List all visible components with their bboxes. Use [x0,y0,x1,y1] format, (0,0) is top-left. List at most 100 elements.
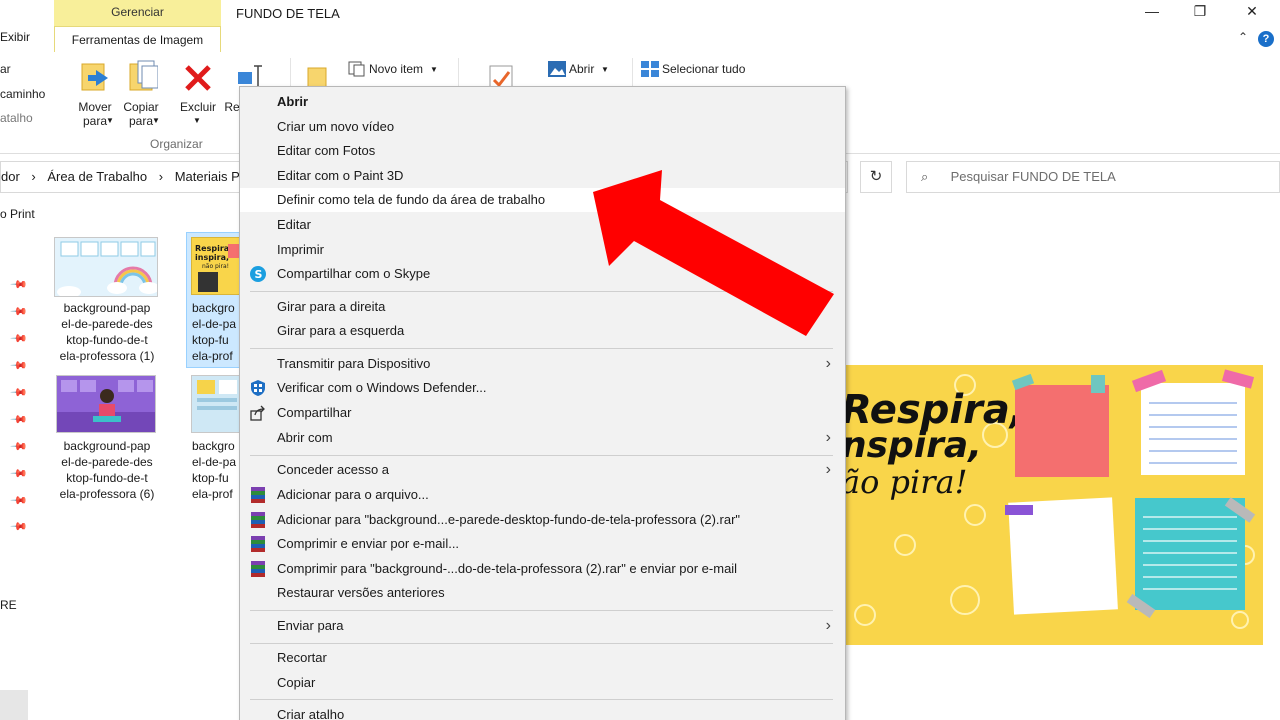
file-name[interactable]: background-pap el-de-parede-des ktop-fun… [48,300,166,364]
menu-item-restore-versions[interactable]: Restaurar versões anteriores [240,581,845,605]
menu-item-label: Abrir com [277,430,333,445]
open-button[interactable]: Abrir [569,62,594,76]
menu-item-cast[interactable]: Transmitir para Dispositivo › [240,352,845,376]
restore-button[interactable]: ❐ [1188,3,1212,23]
breadcrumb-item[interactable]: Materiais Pe [175,169,247,184]
file-name-line: backgro [192,439,235,453]
breadcrumb-separator: › [158,169,164,184]
menu-item-label: Compartilhar com o Skype [277,266,431,281]
menu-item-label: Verificar com o Windows Defender... [277,380,487,395]
menu-item-copy[interactable]: Copiar [240,671,845,695]
delete-icon[interactable] [184,64,212,95]
breadcrumb-separator: › [31,169,36,184]
menu-item-defender[interactable]: Verificar com o Windows Defender... [240,376,845,400]
menu-item-label: Enviar para [277,618,344,633]
search-input[interactable]: ⌕ Pesquisar FUNDO DE TELA [906,161,1280,193]
breadcrumb-item[interactable]: Área de Trabalho [47,169,147,184]
tab-image-tools[interactable]: Ferramentas de Imagem [54,26,221,52]
menu-item-compress-email[interactable]: Comprimir e enviar por e-mail... [240,532,845,556]
quick-access-partial-label[interactable]: RE [0,598,17,612]
submenu-arrow-icon: › [825,355,831,372]
pin-icon: 📌 [9,517,28,536]
file-name-line: ela-professora (1) [59,349,155,363]
svg-text:Respira,: Respira, [195,244,232,253]
chevron-down-icon: ▼ [106,116,114,125]
ribbon-copy-path-partial[interactable]: caminho [0,87,45,101]
chevron-down-icon: ▼ [193,116,201,125]
file-name[interactable]: backgro el-de-pa ktop-fu ela-prof [186,300,246,364]
menu-item-open-with[interactable]: Abrir com › [240,426,845,450]
menu-item-label: Compartilhar [277,405,352,420]
file-name-line: el-de-pa [192,455,237,469]
file-name-line: background-pap [63,439,151,453]
delete-button[interactable]: Excluir [176,100,220,114]
ribbon-paste-partial[interactable]: ar [0,62,11,76]
scrollbar[interactable] [0,690,28,720]
file-thumbnail[interactable] [191,375,241,433]
menu-item-new-video[interactable]: Criar um novo vídeo [240,115,845,139]
file-name[interactable]: background-pap el-de-parede-des ktop-fun… [48,438,166,502]
menu-separator [250,643,833,644]
tab-manage[interactable]: Gerenciar [54,0,221,26]
menu-item-label: Transmitir para Dispositivo [277,356,431,371]
pin-icon: 📌 [9,437,28,456]
tab-view[interactable]: Exibir [0,30,30,44]
file-name[interactable]: backgro el-de-pa ktop-fu ela-prof [186,438,246,502]
file-name-line: ktop-fundo-de-t [66,471,148,485]
move-to-icon[interactable] [80,60,110,94]
svg-text:não pira!: não pira! [202,263,229,270]
file-thumbnail[interactable] [56,375,156,433]
submenu-arrow-icon: › [825,429,831,446]
file-explorer-window: Gerenciar Ferramentas de Imagem Exibir F… [0,0,1280,720]
menu-item-compress-rar-email[interactable]: Comprimir para "background-...do-de-tela… [240,557,845,581]
chevron-down-icon: ▼ [601,65,609,74]
file-thumbnail[interactable] [54,237,158,297]
close-button[interactable]: ✕ [1240,3,1264,23]
ribbon-shortcut-partial[interactable]: atalho [0,111,33,125]
refresh-button[interactable]: ↻ [860,161,892,193]
menu-separator [250,348,833,349]
red-arrow-annotation [590,168,840,346]
window-title: FUNDO DE TELA [236,6,340,21]
breadcrumb-item[interactable]: dor [1,169,20,184]
menu-item-cut[interactable]: Recortar [240,646,845,670]
help-icon[interactable]: ? [1258,31,1274,47]
menu-item-add-archive[interactable]: Adicionar para o arquivo... [240,483,845,507]
pin-icon: 📌 [9,410,28,429]
menu-item-send-to[interactable]: Enviar para › [240,614,845,638]
menu-item-label: Conceder acesso a [277,462,390,477]
menu-item-create-shortcut[interactable]: Criar atalho [240,703,845,720]
chevron-down-icon: ▼ [430,65,438,74]
search-icon: ⌕ [921,169,929,184]
select-all-button[interactable]: Selecionar tudo [662,62,745,76]
new-item-button[interactable]: Novo item [369,62,423,76]
menu-item-label: Adicionar para "background...e-parede-de… [277,512,741,527]
pin-icon: 📌 [9,356,28,375]
file-name-line: ela-prof [192,487,233,501]
file-name-line: ktop-fu [192,471,229,485]
menu-item-edit-photos[interactable]: Editar com Fotos [240,139,845,163]
chevron-down-icon: ▼ [152,116,160,125]
submenu-arrow-icon: › [825,461,831,478]
select-all-icon [641,61,659,80]
menu-item-open[interactable]: Abrir [240,90,845,114]
menu-item-add-rar[interactable]: Adicionar para "background...e-parede-de… [240,508,845,532]
winrar-icon [250,487,266,503]
file-thumbnail[interactable]: Respira, inspira, não pira! [191,237,241,295]
new-item-icon [348,61,366,80]
open-icon [548,61,566,80]
minimize-button[interactable]: — [1140,3,1164,23]
file-name-line: el-de-parede-des [61,455,153,469]
collapse-ribbon-icon[interactable]: ⌃ [1238,30,1248,44]
menu-item-label: Comprimir e enviar por e-mail... [277,536,460,551]
pin-icon: 📌 [9,329,28,348]
quick-access-item[interactable]: o Print [0,207,35,221]
menu-item-label: Comprimir para "background-...do-de-tela… [277,561,738,576]
copy-to-icon[interactable] [128,60,159,94]
menu-separator [250,610,833,611]
pin-icon: 📌 [9,383,28,402]
menu-item-share[interactable]: Compartilhar [240,401,845,425]
file-name-line: backgro [192,301,235,315]
menu-item-give-access[interactable]: Conceder acesso a › [240,458,845,482]
pin-icon: 📌 [9,491,28,510]
